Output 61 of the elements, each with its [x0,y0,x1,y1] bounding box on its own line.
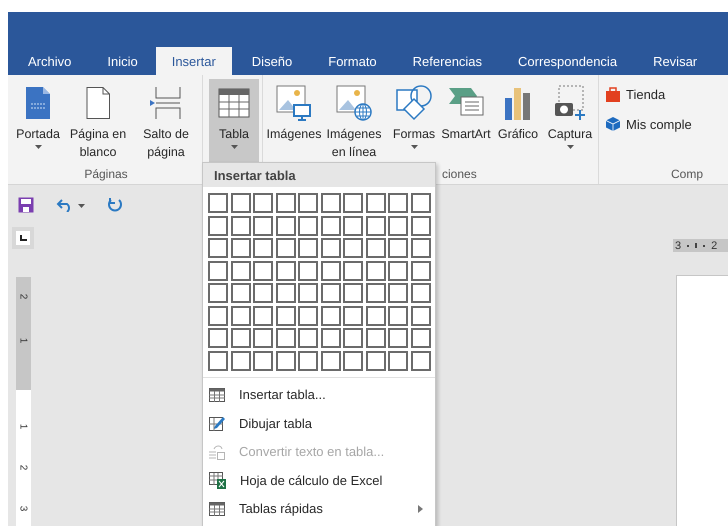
ribbon-tab[interactable]: Archivo [10,47,90,75]
menu-item[interactable]: Insertar tabla... [203,380,435,409]
caret-icon [230,145,238,149]
tab-stop-selector[interactable] [12,227,34,249]
menu-item[interactable]: Hoja de cálculo de Excel [203,466,435,494]
shapes-icon [395,85,433,121]
caret-icon [410,145,418,149]
ribbon-button[interactable]: Formas [389,79,439,164]
menu-item[interactable]: Dibujar tabla [203,409,435,438]
caret-icon [34,145,42,149]
menu-title: Insertar tabla [214,168,296,182]
ribbon-button[interactable]: Imágenes en línea [321,79,387,164]
ribbon-tab[interactable]: Revisar [635,47,716,75]
ruler-number: 3 [675,240,682,252]
submenu-arrow-icon [418,504,423,513]
ribbon-tab[interactable]: Referencias [394,47,500,75]
ribbon-button[interactable]: Gráfico [493,79,543,164]
ribbon-tab[interactable]: Diseño [234,47,310,75]
bar-chart-icon [503,86,533,120]
document-icon [24,86,52,120]
ribbon-tab[interactable]: Inicio [89,47,156,75]
table-icon [209,388,225,402]
ribbon-tab[interactable]: Formato [310,47,395,75]
redo-icon[interactable] [107,197,123,213]
ribbon-button[interactable]: Tabla [209,79,259,164]
caret-icon [78,204,85,208]
pencil-table-icon [209,415,225,432]
ribbon-button[interactable]: Salto de página [133,79,199,164]
cube-icon [605,116,621,132]
menu-item[interactable]: Tablas rápidas [203,494,435,523]
page-break-icon [149,86,183,120]
save-icon[interactable] [18,197,34,213]
ruler-number: 1 [18,338,28,344]
ribbon-button[interactable]: Portada [13,79,63,164]
table-icon [209,502,225,516]
ruler-number: 3 [18,506,28,512]
ruler-number: 2 [711,240,718,252]
group-label: ciones [442,167,477,181]
spreadsheet-icon [209,472,226,489]
ribbon-tab[interactable]: Insertar [156,47,232,75]
picture-globe-icon [336,85,372,121]
group-label: Páginas [84,167,128,181]
table-icon [218,88,250,118]
ribbon-button[interactable]: Imágenes [269,79,319,164]
ribbon-tab[interactable]: Correspondencia [500,47,636,75]
text-to-table-icon [209,444,225,460]
group-label: Comp [671,167,704,181]
picture-monitor-icon [276,85,312,121]
ribbon-button[interactable]: Página en blanco [65,79,131,164]
ribbon-button[interactable]: Mis comple [605,109,704,139]
left-tab-icon [20,235,26,241]
ruler-number: 1 [18,424,28,430]
blank-page-icon [84,86,112,120]
ribbon-button[interactable]: Captura [545,79,595,164]
camera-icon [553,85,587,121]
ruler-number: 2 [18,294,28,300]
ruler-number: 2 [18,464,28,470]
shopping-bag-icon [605,86,621,102]
ribbon-button[interactable]: Tienda [605,79,704,109]
ribbon-button[interactable]: SmartArt [441,79,491,164]
caret-icon [566,145,574,149]
